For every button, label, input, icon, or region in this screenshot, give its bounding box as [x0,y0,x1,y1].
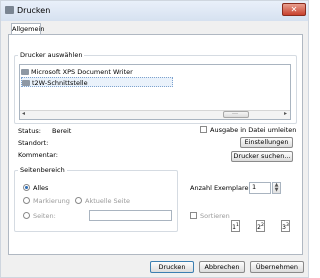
title-bar: Drucken ✕ [1,1,308,21]
cancel-button[interactable]: Abbrechen [199,261,245,273]
page-copy: 1 [235,223,239,228]
collate-page-icon: 11 [231,220,240,232]
status-label: Status: [18,127,41,135]
printer-icon [22,80,30,86]
current-page-radio[interactable] [75,197,82,204]
page-copy: 3 [285,223,289,228]
printer-item-xps[interactable]: Microsoft XPS Document Writer [21,67,171,77]
location-label: Standort: [18,139,49,147]
copies-input[interactable]: 1 [249,182,271,194]
preferences-button[interactable]: Einstellungen [240,137,293,148]
pages-label: Seiten: [33,212,56,220]
print-to-file-label: Ausgabe in Datei umleiten [210,126,297,134]
scroll-right-icon[interactable]: ▸ [284,110,287,117]
all-label: Alles [33,184,49,192]
print-button[interactable]: Drucken [150,261,194,273]
scroll-left-icon[interactable]: ◂ [22,110,25,117]
pages-input[interactable] [89,210,172,221]
printer-item-label: Microsoft XPS Document Writer [31,68,133,76]
copies-label: Anzahl Exemplare: [190,184,251,192]
find-printer-button[interactable]: Drucker suchen... [231,151,293,162]
current-page-label: Aktuelle Seite [85,197,131,205]
selection-label: Markierung [33,197,70,205]
scroll-grip-icon: … [232,109,238,116]
collate-page-icon: 33 [281,220,290,232]
apply-button[interactable]: Übernehmen [250,261,304,273]
collate-checkbox[interactable] [190,212,197,219]
collate-page-icon: 22 [256,220,265,232]
comment-label: Kommentar: [18,151,58,159]
copies-spinner[interactable]: ▲ ▼ [272,182,281,194]
printer-icon [21,69,29,75]
page-copy: 2 [260,223,264,228]
printer-select-legend: Drucker auswählen [20,51,83,59]
printer-icon [5,6,14,14]
window-title: Drucken [17,6,51,15]
all-radio[interactable] [23,184,30,191]
print-dialog: Drucken ✕ Allgemein Drucker auswählen Mi… [0,0,309,278]
close-button[interactable]: ✕ [282,3,306,16]
pages-radio[interactable] [23,212,30,219]
collate-label: Sortieren [200,212,230,220]
print-to-file-checkbox[interactable] [200,126,207,133]
printer-item-label: t2W-Schnittstelle [32,79,88,87]
printer-item-t2w[interactable]: t2W-Schnittstelle [21,77,173,87]
page-range-legend: Seitenbereich [20,166,65,174]
selection-radio[interactable] [23,197,30,204]
horizontal-scrollbar[interactable] [20,110,290,119]
status-value: Bereit [52,127,72,135]
